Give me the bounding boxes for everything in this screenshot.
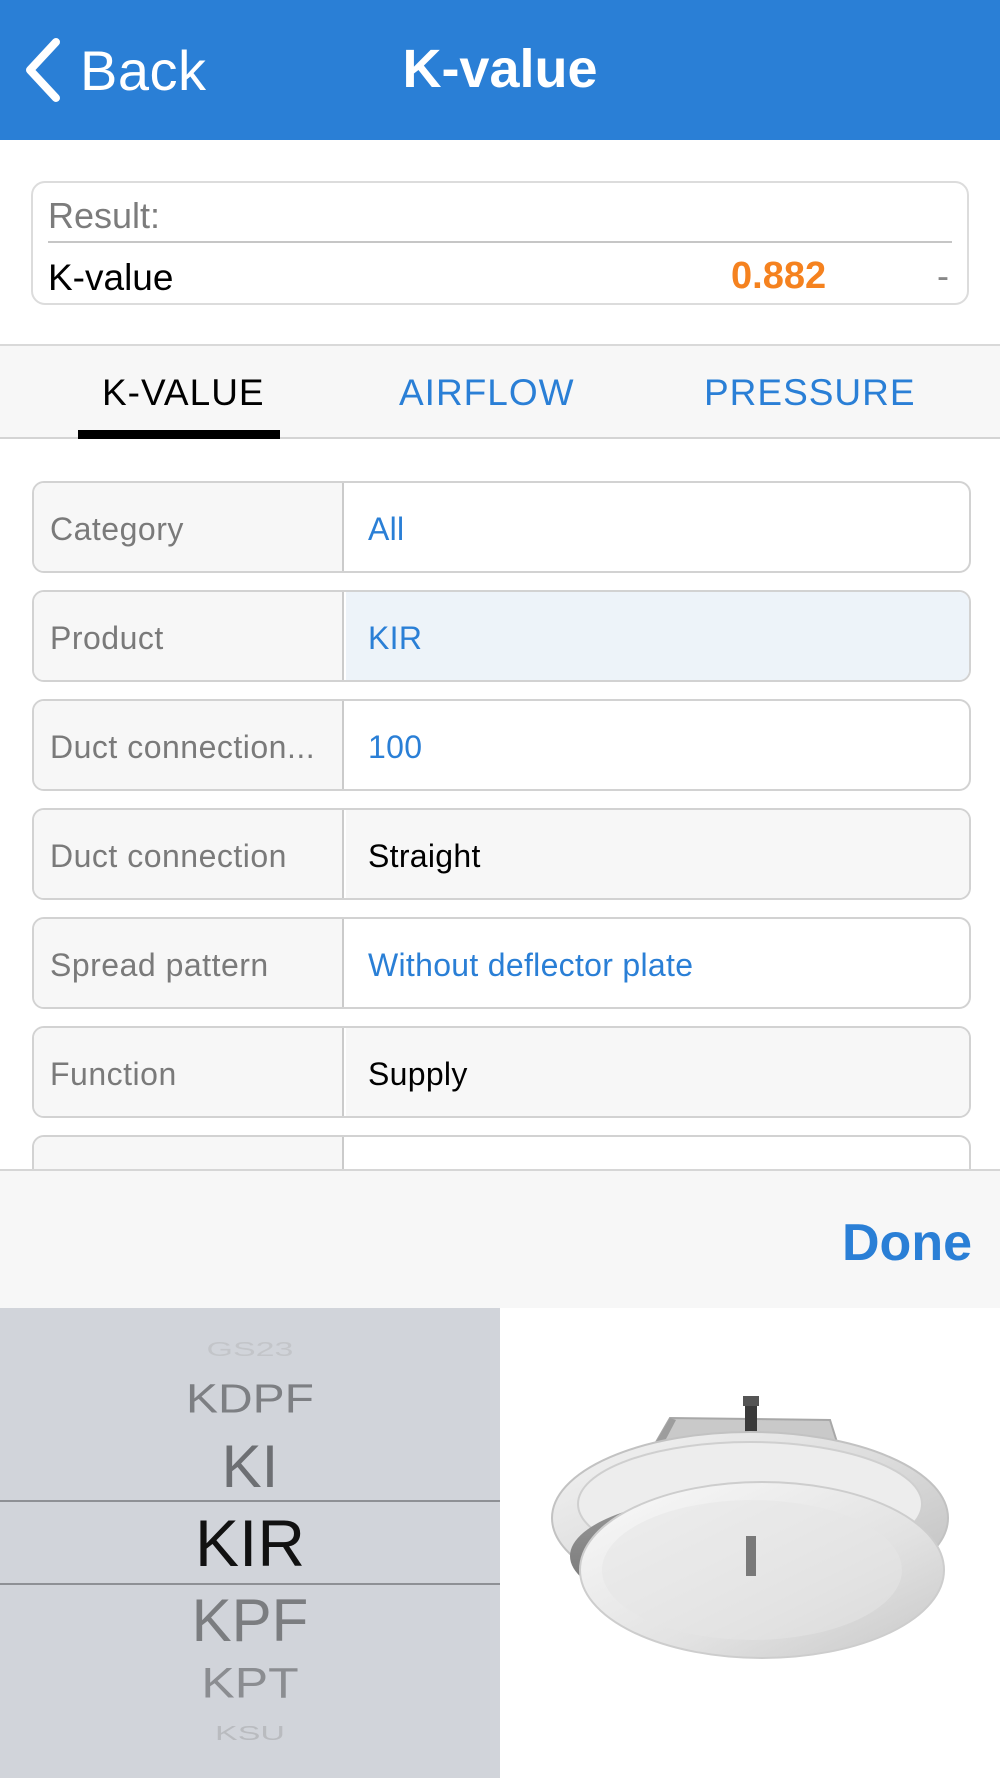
result-label: K-value (48, 257, 174, 298)
spread-pattern-value: Without deflector plate (368, 947, 694, 983)
category-value-cell: All (346, 483, 969, 571)
next-row-label-cell (34, 1137, 344, 1169)
duct-connection-row: Duct connection Straight (32, 808, 971, 900)
duct-connection-size-label-cell: Duct connection... (34, 701, 344, 789)
page-title: K-value (402, 39, 598, 99)
category-label-cell: Category (34, 483, 344, 571)
picker-option[interactable]: KPF (0, 1586, 500, 1655)
result-card: Result: K-value 0.882 - (31, 181, 969, 305)
result-unit: - (937, 255, 949, 296)
product-value: KIR (368, 620, 423, 656)
duct-connection-size-value: 100 (368, 729, 423, 765)
product-label: Product (50, 620, 164, 656)
tab-pressure[interactable]: PRESSURE (704, 372, 916, 414)
function-value: Supply (368, 1056, 468, 1092)
picker-option-selected[interactable]: KIR (0, 1505, 500, 1581)
duct-connection-label: Duct connection (50, 838, 287, 874)
spread-pattern-value-cell: Without deflector plate (346, 919, 969, 1007)
picker-toolbar: Done (0, 1169, 1000, 1308)
next-row-partial (32, 1135, 971, 1169)
spread-pattern-row[interactable]: Spread pattern Without deflector plate (32, 917, 971, 1009)
product-row[interactable]: Product KIR (32, 590, 971, 682)
duct-connection-value: Straight (368, 838, 481, 874)
tab-bar: K-VALUE AIRFLOW PRESSURE (0, 344, 1000, 439)
product-image (500, 1308, 1000, 1778)
duct-connection-size-row[interactable]: Duct connection... 100 (32, 699, 971, 791)
picker-option[interactable]: KI (0, 1432, 500, 1501)
product-label-cell: Product (34, 592, 344, 680)
picker-option[interactable]: KPT (0, 1658, 500, 1707)
category-value: All (368, 511, 405, 547)
duct-connection-value-cell: Straight (346, 810, 969, 898)
function-row: Function Supply (32, 1026, 971, 1118)
picker-option[interactable]: KDPF (0, 1376, 500, 1423)
duct-connection-size-label: Duct connection... (50, 729, 316, 765)
result-value: 0.882 (731, 255, 827, 297)
category-row[interactable]: Category All (32, 481, 971, 573)
function-label-cell: Function (34, 1028, 344, 1116)
result-title: Result: (48, 195, 161, 236)
category-label: Category (50, 511, 184, 547)
active-tab-indicator (78, 430, 280, 439)
duct-connection-label-cell: Duct connection (34, 810, 344, 898)
tab-k-value[interactable]: K-VALUE (102, 372, 265, 414)
done-button[interactable]: Done (842, 1213, 972, 1273)
product-picker-wheel[interactable]: GS23 KDPF KI KIR KPF KPT KSU (0, 1308, 500, 1778)
duct-connection-size-value-cell: 100 (346, 701, 969, 789)
next-row-value-cell (346, 1137, 969, 1169)
picker-option[interactable]: GS23 (0, 1338, 500, 1361)
tab-airflow[interactable]: AIRFLOW (399, 372, 575, 414)
spread-pattern-label: Spread pattern (50, 947, 269, 983)
picker-option[interactable]: KSU (0, 1722, 500, 1745)
navigation-bar: Back K-value (0, 0, 1000, 140)
diffuser-illustration (551, 1396, 949, 1659)
function-label: Function (50, 1056, 177, 1092)
result-divider (48, 241, 952, 243)
picker-selection-line-top (0, 1500, 500, 1502)
function-value-cell: Supply (346, 1028, 969, 1116)
spread-pattern-label-cell: Spread pattern (34, 919, 344, 1007)
picker-selection-line-bottom (0, 1583, 500, 1585)
parameter-form: Category All Product KIR Duct connection… (0, 439, 1000, 1169)
product-value-cell: KIR (346, 592, 969, 680)
